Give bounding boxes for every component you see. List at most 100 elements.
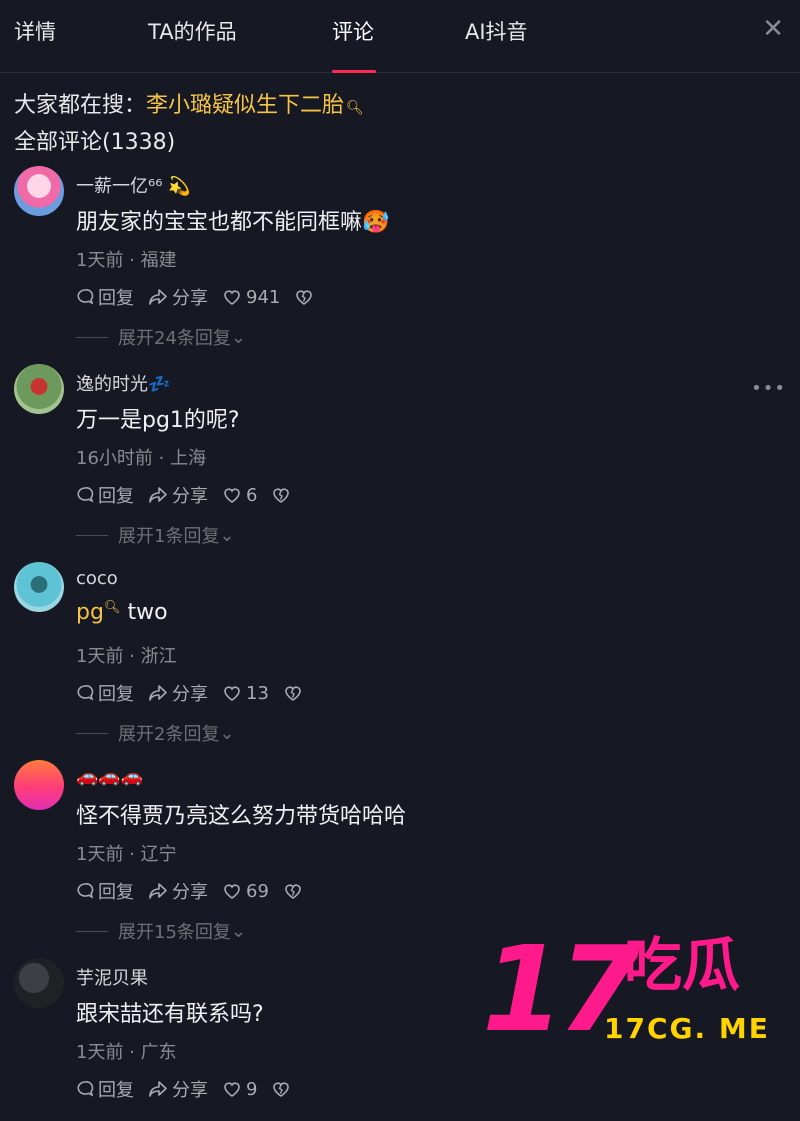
avatar[interactable] — [14, 166, 64, 216]
like-count: 9 — [246, 1078, 258, 1100]
comment-text: 跟宋喆还有联系吗? — [76, 1002, 264, 1027]
reply-label: 回复 — [98, 486, 134, 507]
comment-meta: 1天前 · 辽宁 — [76, 844, 177, 865]
dislike-button[interactable] — [283, 684, 307, 702]
tab-bar: 详情 TA的作品 评论 AI抖音 ✕ — [0, 0, 800, 73]
comment-meta: 1天前 · 广东 — [76, 1042, 177, 1063]
expand-replies-label: 展开1条回复 — [118, 526, 220, 547]
chevron-down-icon: ⌄ — [219, 524, 235, 546]
avatar[interactable] — [14, 958, 64, 1008]
comment-text: 万一是pg1的呢? — [76, 408, 240, 433]
share-button[interactable]: 分享 — [148, 284, 208, 310]
dislike-button[interactable] — [271, 486, 295, 504]
reply-label: 回复 — [98, 882, 134, 903]
broken-heart-icon — [285, 686, 301, 701]
comment-actions: 回复 分享 6 — [76, 482, 309, 508]
reply-icon — [77, 487, 94, 503]
avatar[interactable] — [14, 562, 64, 612]
comment-text: 朋友家的宝宝也都不能同框嘛🥵 — [76, 210, 390, 235]
avatar[interactable] — [14, 760, 64, 810]
comment-username[interactable]: coco — [76, 568, 118, 589]
comment-meta: 1天前 · 浙江 — [76, 646, 177, 667]
watermark-url: 17CG. ME — [604, 1012, 770, 1045]
heart-icon — [224, 290, 240, 305]
share-label: 分享 — [172, 684, 208, 705]
share-icon — [149, 685, 167, 701]
like-button[interactable]: 69 — [222, 881, 269, 902]
share-label: 分享 — [172, 882, 208, 903]
tab-comments[interactable]: 评论 — [332, 16, 374, 46]
divider — [76, 336, 108, 338]
like-count: 13 — [246, 682, 269, 704]
heart-icon — [224, 884, 240, 899]
like-button[interactable]: 941 — [222, 287, 280, 308]
share-label: 分享 — [172, 486, 208, 507]
search-icon: 🔍︎ — [346, 100, 364, 116]
like-button[interactable]: 13 — [222, 683, 269, 704]
like-count: 941 — [246, 286, 281, 308]
heart-icon — [224, 1082, 240, 1097]
expand-replies[interactable]: 展开1条回复 ⌄ — [76, 522, 235, 548]
broken-heart-icon — [273, 1082, 290, 1097]
like-button[interactable]: 9 — [222, 1079, 257, 1100]
reply-button[interactable]: 回复 — [76, 680, 134, 706]
like-count: 69 — [246, 880, 269, 902]
comment-username[interactable]: 逸的时光💤 — [76, 370, 170, 396]
chevron-down-icon: ⌄ — [230, 920, 246, 942]
chevron-down-icon: ⌄ — [230, 326, 246, 348]
expand-replies-label: 展开2条回复 — [118, 724, 220, 745]
reply-button[interactable]: 回复 — [76, 1076, 134, 1102]
chevron-down-icon: ⌄ — [219, 722, 235, 744]
share-button[interactable]: 分享 — [148, 482, 208, 508]
comment-meta: 16小时前 · 上海 — [76, 448, 207, 469]
expand-replies-label: 展开15条回复 — [118, 922, 231, 943]
comment-username[interactable]: 一薪一亿⁶⁶ 💫 — [76, 172, 191, 198]
watermark-chinese: 吃瓜 — [624, 931, 741, 999]
dislike-button[interactable] — [283, 882, 307, 900]
share-button[interactable]: 分享 — [148, 878, 208, 904]
reply-button[interactable]: 回复 — [76, 482, 134, 508]
comment-actions: 回复 分享 9 — [76, 1076, 309, 1102]
comment-actions: 回复 分享 941 — [76, 284, 332, 310]
expand-replies[interactable]: 展开24条回复 ⌄ — [76, 324, 246, 350]
like-button[interactable]: 6 — [222, 485, 257, 506]
divider — [76, 732, 108, 734]
comment-search-keyword[interactable]: pg — [76, 600, 104, 625]
share-button[interactable]: 分享 — [148, 680, 208, 706]
search-suggestion-keyword[interactable]: 李小璐疑似生下二胎 — [146, 93, 344, 118]
divider — [76, 930, 108, 932]
tab-details[interactable]: 详情 — [14, 16, 56, 46]
reply-icon — [77, 685, 94, 701]
reply-button[interactable]: 回复 — [76, 878, 134, 904]
broken-heart-icon — [285, 884, 301, 899]
expand-replies-label: 展开24条回复 — [118, 328, 231, 349]
tab-works[interactable]: TA的作品 — [148, 16, 237, 46]
comment-text: 怪不得贾乃亮这么努力带货哈哈哈 — [76, 804, 407, 829]
tab-ai-douyin[interactable]: AI抖音 — [465, 16, 528, 46]
expand-replies[interactable]: 展开15条回复 ⌄ — [76, 918, 246, 944]
share-icon — [149, 487, 167, 503]
reply-label: 回复 — [98, 288, 134, 309]
expand-replies[interactable]: 展开2条回复 ⌄ — [76, 720, 235, 746]
comment-meta: 1天前 · 福建 — [76, 250, 177, 271]
comment-username[interactable]: 🚗🚗🚗 — [76, 766, 143, 787]
reply-button[interactable]: 回复 — [76, 284, 134, 310]
comment-text-body: two — [127, 600, 168, 625]
share-label: 分享 — [172, 1080, 208, 1101]
dislike-button[interactable] — [294, 288, 318, 306]
share-label: 分享 — [172, 288, 208, 309]
share-icon — [149, 1081, 167, 1097]
dislike-button[interactable] — [271, 1080, 295, 1098]
avatar[interactable] — [14, 364, 64, 414]
reply-icon — [77, 1081, 94, 1097]
reply-icon — [77, 883, 94, 899]
search-icon: 🔍︎ — [103, 600, 121, 615]
comments-count: 全部评论(1338) — [14, 130, 176, 155]
broken-heart-icon — [273, 488, 290, 503]
more-options-icon[interactable]: ••• — [751, 378, 786, 399]
share-button[interactable]: 分享 — [148, 1076, 208, 1102]
close-icon[interactable]: ✕ — [762, 14, 784, 44]
search-suggestion[interactable]: 大家都在搜：李小璐疑似生下二胎 🔍︎ — [14, 87, 364, 119]
comment-username[interactable]: 芋泥贝果 — [76, 964, 148, 990]
comment-text: pg🔍︎ two — [76, 600, 168, 625]
